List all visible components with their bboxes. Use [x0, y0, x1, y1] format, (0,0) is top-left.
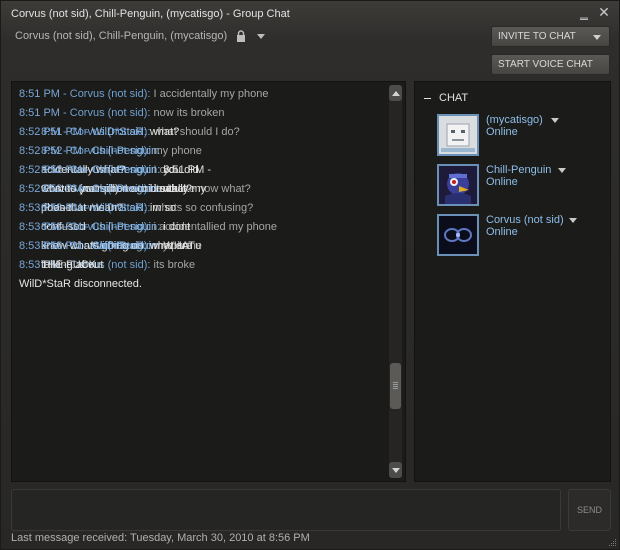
separator: -: [81, 240, 92, 252]
members-header[interactable]: CHAT: [424, 92, 468, 104]
chevron-down-icon[interactable]: [558, 168, 566, 173]
penguin-avatar-icon[interactable]: [437, 164, 479, 206]
message-timestamp: 8:53 PM: [41, 240, 82, 252]
members-header-label: CHAT: [439, 92, 469, 104]
message-input[interactable]: [11, 489, 561, 531]
chat-scrollbar[interactable]: [389, 85, 402, 478]
group-chat-window: Corvus (not sid), Chill-Penguin, (mycati…: [0, 0, 620, 550]
grip-icon: [393, 382, 398, 389]
message-timestamp: 8:52 PM: [41, 164, 82, 176]
member-status: Online: [486, 126, 518, 138]
separator: -: [59, 88, 70, 100]
message-sender[interactable]: Chill-Penguin: [92, 145, 157, 157]
chat-message: 8:51 PM - Corvus (not sid): now its brok…: [19, 104, 387, 123]
message-sender[interactable]: Corvus (not sid): [70, 88, 148, 100]
start-voice-chat-button[interactable]: START VOICE CHAT: [491, 54, 610, 75]
robot-avatar-icon[interactable]: [437, 114, 479, 156]
member-item[interactable]: Chill-Penguin Online: [437, 164, 607, 206]
separator: -: [81, 145, 92, 157]
collapse-icon[interactable]: [424, 97, 431, 99]
message-sender[interactable]: Chill-Penguin: [92, 183, 157, 195]
last-message-status: Last message received: Tuesday, March 30…: [11, 532, 310, 544]
member-item[interactable]: (mycatisgo) Online: [437, 114, 607, 156]
resize-grip-icon[interactable]: [607, 537, 617, 547]
separator: -: [81, 164, 92, 176]
message-timestamp: 8:51 PM: [41, 126, 82, 138]
message-timestamp: 8:52 PM: [41, 145, 82, 157]
members-panel: CHAT (mycatisgo) Online Chill-Penguin On…: [414, 81, 611, 482]
message-timestamp: 8:53 PM: [41, 202, 82, 214]
message-text: now its broken: [153, 107, 225, 119]
chevron-down-icon: [593, 35, 601, 40]
message-text: I accidentally my phone: [153, 88, 269, 100]
separator: -: [81, 183, 92, 195]
send-button[interactable]: SEND: [568, 489, 611, 531]
chat-message: 8:53 PM - WilD*StaR: what are u talking …: [41, 237, 211, 279]
member-name: (mycatisgo): [486, 114, 543, 126]
message-sender[interactable]: Corvus (not sid): [70, 107, 148, 119]
member-status: Online: [486, 176, 518, 188]
message-sender[interactable]: WilD*StaR: [92, 202, 144, 214]
message-timestamp: 8:51 PM: [19, 88, 60, 100]
message-sender[interactable]: WilD*StaR: [92, 126, 144, 138]
member-item[interactable]: Corvus (not sid) Online: [437, 214, 607, 256]
dark-swirl-avatar-icon[interactable]: [437, 214, 479, 256]
chevron-down-icon[interactable]: [551, 118, 559, 123]
message-sender[interactable]: Chill-Penguin: [92, 164, 157, 176]
message-sender[interactable]: Chill-Penguin: [92, 221, 157, 233]
system-message-text: WilD*StaR disconnected.: [19, 278, 142, 290]
lock-icon[interactable]: [235, 30, 247, 42]
close-button[interactable]: ✕: [597, 5, 611, 20]
separator: -: [81, 126, 92, 138]
chat-message: 8:51 PM - Corvus (not sid): I accidental…: [19, 85, 387, 104]
separator: -: [81, 202, 92, 214]
message-text: what?: [149, 126, 180, 138]
scroll-up-button[interactable]: [389, 85, 402, 101]
minimize-button[interactable]: ‗: [577, 5, 591, 20]
message-list: 8:51 PM - Corvus (not sid): I accidental…: [19, 85, 387, 294]
chevron-down-icon[interactable]: [257, 33, 266, 39]
separator: :: [157, 145, 161, 157]
chat-log[interactable]: 8:51 PM - Corvus (not sid): I accidental…: [11, 81, 406, 482]
member-name: Chill-Penguin: [486, 164, 552, 176]
invite-label: INVITE TO CHAT: [498, 31, 576, 42]
participants-list: Corvus (not sid), Chill-Penguin, (mycati…: [15, 30, 228, 42]
scroll-down-button[interactable]: [389, 462, 402, 478]
member-name: Corvus (not sid): [486, 214, 564, 226]
message-sender[interactable]: WilD*StaR: [92, 240, 144, 252]
message-timestamp: 8:53 PM: [41, 221, 82, 233]
window-title: Corvus (not sid), Chill-Penguin, (mycati…: [11, 8, 290, 20]
separator: -: [81, 221, 92, 233]
message-timestamp: 8:52 PM: [41, 183, 82, 195]
member-status: Online: [486, 226, 518, 238]
voice-label: START VOICE CHAT: [498, 59, 593, 70]
window-controls: ‗ ✕: [577, 5, 611, 20]
scroll-thumb[interactable]: [390, 363, 401, 409]
message-timestamp: 8:51 PM: [19, 107, 60, 119]
separator: -: [59, 107, 70, 119]
invite-to-chat-button[interactable]: INVITE TO CHAT: [491, 26, 610, 47]
participants-row: Corvus (not sid), Chill-Penguin, (mycati…: [15, 30, 266, 42]
chevron-down-icon[interactable]: [569, 218, 577, 223]
